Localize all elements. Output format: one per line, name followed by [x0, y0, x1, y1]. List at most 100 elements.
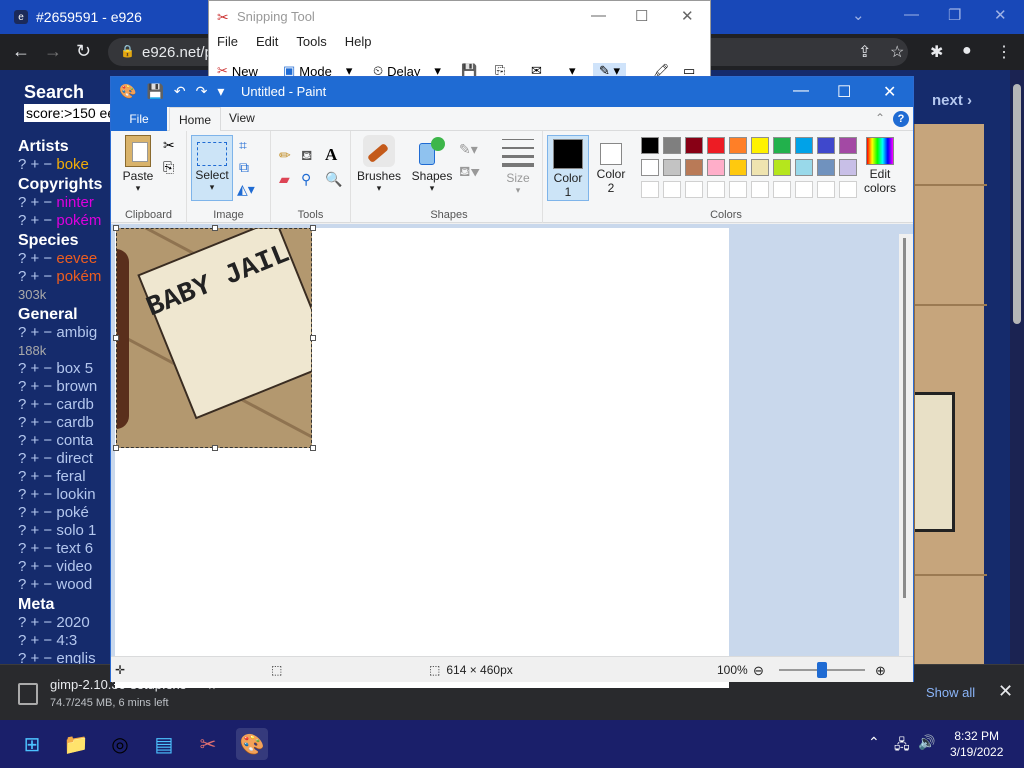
tag-link[interactable]: box 5: [56, 360, 93, 377]
paste-dropdown-icon[interactable]: ▾: [121, 183, 155, 194]
tag-link[interactable]: boke: [56, 156, 89, 173]
custom-color-slot[interactable]: [685, 181, 703, 198]
magnifier-icon[interactable]: 🔍: [325, 171, 342, 188]
paint-maximize-icon[interactable]: ☐: [837, 82, 851, 102]
chrome-restore-icon[interactable]: ❐: [948, 6, 961, 24]
color1-button[interactable]: Color 1: [547, 135, 589, 201]
palette-swatch[interactable]: [663, 137, 681, 154]
brushes-dropdown-icon[interactable]: ▾: [355, 183, 403, 194]
tag-link[interactable]: 4:3: [56, 632, 77, 649]
palette-swatch[interactable]: [795, 137, 813, 154]
tag-controls[interactable]: ? + −: [18, 632, 56, 649]
tag-controls[interactable]: ? + −: [18, 250, 56, 267]
resize-handle[interactable]: [310, 225, 316, 231]
palette-swatch[interactable]: [751, 159, 769, 176]
tag-link[interactable]: conta: [56, 432, 93, 449]
palette-swatch[interactable]: [729, 137, 747, 154]
tag-link[interactable]: cardb: [56, 414, 94, 431]
palette-swatch[interactable]: [707, 159, 725, 176]
zoom-out-icon[interactable]: ⊖: [753, 663, 764, 679]
custom-color-slot[interactable]: [817, 181, 835, 198]
notepad-icon[interactable]: ▤: [148, 728, 180, 760]
custom-color-slot[interactable]: [773, 181, 791, 198]
tag-controls[interactable]: ? + −: [18, 360, 56, 377]
palette-swatch[interactable]: [817, 159, 835, 176]
custom-color-slot[interactable]: [663, 181, 681, 198]
snipping-tool-icon[interactable]: ✂: [192, 728, 224, 760]
custom-color-slot[interactable]: [729, 181, 747, 198]
tag-link[interactable]: brown: [56, 378, 97, 395]
start-icon[interactable]: ⊞: [16, 728, 48, 760]
scrollbar-thumb[interactable]: [1013, 84, 1021, 324]
tag-controls[interactable]: ? + −: [18, 396, 56, 413]
post-image[interactable]: [912, 124, 987, 664]
palette-swatch[interactable]: [663, 159, 681, 176]
tag-controls[interactable]: ? + −: [18, 522, 56, 539]
palette-swatch[interactable]: [707, 137, 725, 154]
copy-icon[interactable]: ⎘: [163, 159, 174, 176]
paste-button[interactable]: Paste ▾: [121, 135, 155, 194]
tag-link[interactable]: eevee: [56, 250, 97, 267]
color2-button[interactable]: Color 2: [591, 135, 631, 195]
tag-link[interactable]: direct: [56, 450, 93, 467]
save-icon[interactable]: 💾: [146, 83, 163, 100]
resize-handle[interactable]: [310, 445, 316, 451]
tag-controls[interactable]: ? + −: [18, 576, 56, 593]
cut-icon[interactable]: ✂: [163, 137, 175, 154]
chrome-tab[interactable]: e #2659591 - e926 ✕: [14, 4, 222, 30]
resize-handle[interactable]: [212, 225, 218, 231]
tag-controls[interactable]: ? + −: [18, 156, 56, 173]
paint-minimize-icon[interactable]: —: [793, 82, 809, 100]
tag-controls[interactable]: ? + −: [18, 468, 56, 485]
tag-link[interactable]: lookin: [56, 486, 95, 503]
custom-color-slot[interactable]: [641, 181, 659, 198]
show-hidden-icons[interactable]: ⌃: [868, 734, 880, 751]
resize-icon[interactable]: ⧉: [239, 159, 249, 176]
text-icon[interactable]: A: [325, 145, 337, 165]
tag-controls[interactable]: ? + −: [18, 432, 56, 449]
pasted-selection[interactable]: BABY JAIL: [116, 228, 312, 448]
tag-controls[interactable]: ? + −: [18, 194, 56, 211]
fill-icon[interactable]: ⛾: [301, 147, 312, 166]
shape-fill-icon[interactable]: ⛾▾: [459, 163, 480, 182]
paint-close-icon[interactable]: ✕: [883, 82, 896, 102]
tag-link[interactable]: pokém: [56, 268, 101, 285]
tag-link[interactable]: feral: [56, 468, 85, 485]
next-link[interactable]: next ›: [932, 92, 972, 109]
snip-menu-help[interactable]: Help: [345, 34, 372, 49]
palette-swatch[interactable]: [795, 159, 813, 176]
volume-icon[interactable]: 🔊: [918, 734, 935, 751]
palette-swatch[interactable]: [751, 137, 769, 154]
network-icon[interactable]: 🖧: [894, 734, 910, 758]
tag-controls[interactable]: ? + −: [18, 414, 56, 431]
crop-icon[interactable]: ⌗: [239, 137, 247, 154]
custom-color-slot[interactable]: [707, 181, 725, 198]
reload-icon[interactable]: ↻: [76, 42, 91, 60]
chrome-tab-search-icon[interactable]: ⌄: [852, 6, 865, 24]
file-explorer-icon[interactable]: 📁: [60, 728, 92, 760]
resize-handle[interactable]: [310, 335, 316, 341]
tag-controls[interactable]: ? + −: [18, 324, 56, 341]
help-icon[interactable]: ?: [893, 111, 909, 127]
edit-colors-button[interactable]: Edit colors: [853, 135, 907, 195]
tag-link[interactable]: pokém: [56, 212, 101, 229]
select-button[interactable]: Select ▾: [191, 135, 233, 201]
palette-swatch[interactable]: [641, 137, 659, 154]
chrome-menu-icon[interactable]: ⋮: [996, 42, 1012, 62]
show-all-link[interactable]: Show all: [926, 685, 975, 700]
shapes-dropdown-icon[interactable]: ▾: [411, 183, 453, 194]
resize-handle[interactable]: [113, 335, 119, 341]
chrome-icon[interactable]: ◎: [104, 728, 136, 760]
chrome-minimize-icon[interactable]: —: [904, 6, 919, 23]
brushes-button[interactable]: Brushes ▾: [355, 135, 403, 194]
close-download-bar-icon[interactable]: ✕: [998, 681, 1013, 702]
resize-handle[interactable]: [212, 445, 218, 451]
paint-taskbar-icon[interactable]: 🎨: [236, 728, 268, 760]
tag-controls[interactable]: ? + −: [18, 486, 56, 503]
outline-icon[interactable]: ✎▾: [459, 141, 478, 158]
tag-link[interactable]: poké: [56, 504, 89, 521]
tag-controls[interactable]: ? + −: [18, 540, 56, 557]
zoom-in-icon[interactable]: ⊕: [875, 663, 886, 679]
palette-swatch[interactable]: [685, 137, 703, 154]
snip-close-icon[interactable]: ✕: [681, 7, 694, 25]
